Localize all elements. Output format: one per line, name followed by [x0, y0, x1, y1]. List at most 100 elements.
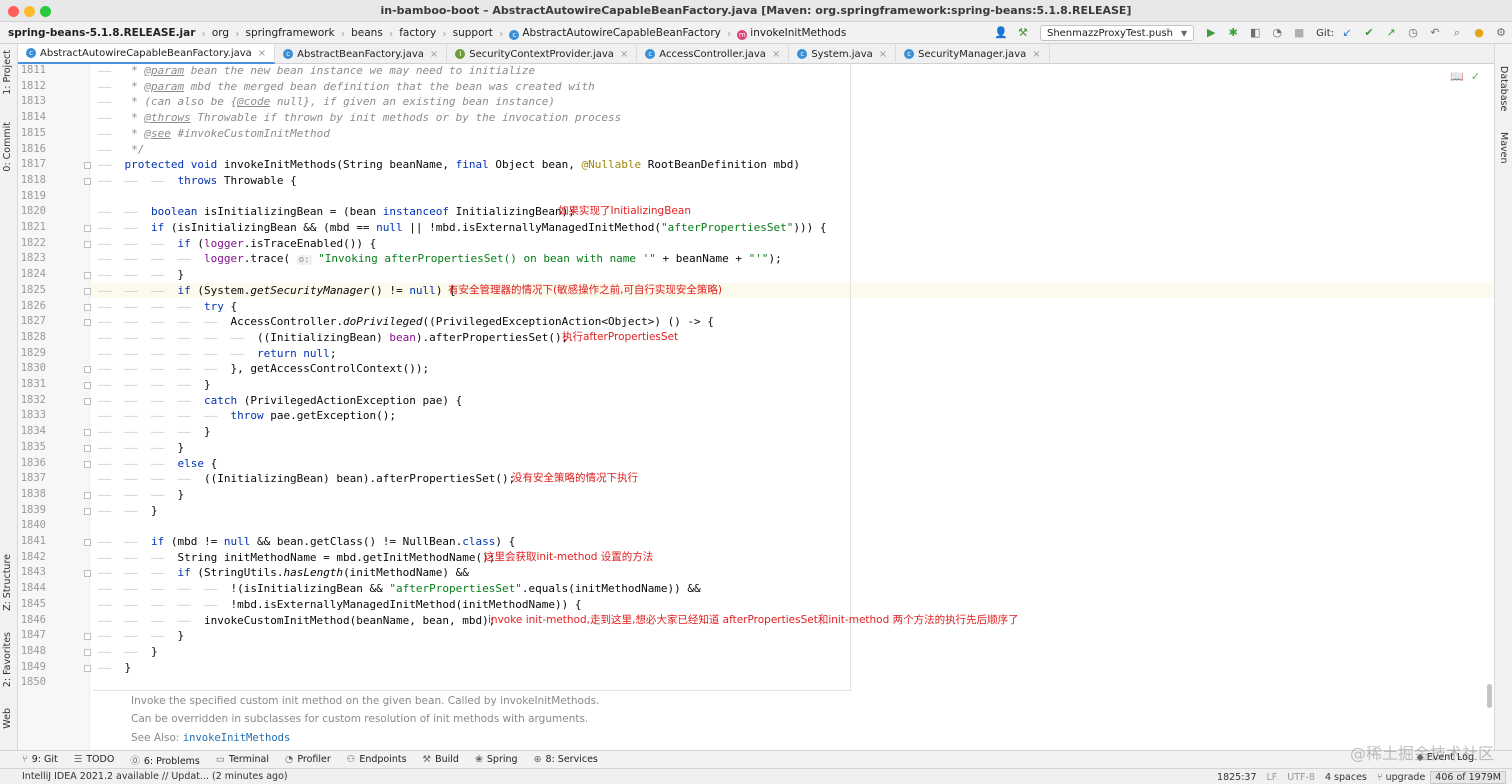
- file-encoding[interactable]: UTF-8: [1282, 772, 1320, 783]
- structure-tool[interactable]: Z: Structure: [2, 554, 13, 611]
- bottom-tool-button[interactable]: ▭ Terminal: [208, 754, 277, 765]
- code-line[interactable]: —— */: [98, 142, 144, 158]
- line-number[interactable]: 1844: [18, 582, 46, 594]
- line-number[interactable]: 1832: [18, 394, 46, 406]
- editor-tab[interactable]: I SecurityContextProvider.java ×: [447, 44, 638, 64]
- fold-marker-icon[interactable]: [84, 272, 91, 280]
- editor-tab[interactable]: c System.java ×: [789, 44, 897, 64]
- line-number[interactable]: 1847: [18, 629, 46, 641]
- line-number[interactable]: 1829: [18, 347, 46, 359]
- code-line[interactable]: —— —— —— }: [98, 487, 184, 503]
- code-line[interactable]: —— —— —— —— logger.trace( o: "Invoking a…: [98, 251, 782, 267]
- line-number[interactable]: 1816: [18, 143, 46, 155]
- code-line[interactable]: —— —— —— —— catch (PrivilegedActionExcep…: [98, 393, 462, 409]
- git-commit-icon[interactable]: ✔: [1361, 25, 1377, 41]
- code-line[interactable]: —— —— —— throws Throwable {: [98, 173, 297, 189]
- line-number-gutter[interactable]: 1811 1812 1813 1814 1815 1816 1817 1818 1819 1820…: [18, 64, 91, 750]
- fold-marker-icon[interactable]: [84, 429, 91, 437]
- code-line[interactable]: —— —— —— —— try {: [98, 299, 237, 315]
- line-number[interactable]: 1828: [18, 331, 46, 343]
- line-number[interactable]: 1815: [18, 127, 46, 139]
- line-number[interactable]: 1846: [18, 614, 46, 626]
- breadcrumb-item[interactable]: springframework: [239, 27, 340, 39]
- code-line[interactable]: —— * @param bean the new bean instance w…: [98, 64, 535, 79]
- fold-marker-icon[interactable]: [84, 382, 91, 389]
- line-number[interactable]: 1836: [18, 457, 46, 469]
- web-tool[interactable]: Web: [2, 708, 13, 729]
- fold-marker-icon[interactable]: [84, 664, 91, 672]
- editor-tab[interactable]: c SecurityManager.java ×: [896, 44, 1050, 64]
- code-line[interactable]: —— —— —— —— —— !mbd.isExternallyManagedI…: [98, 597, 581, 613]
- breadcrumb-item[interactable]: factory: [393, 27, 442, 39]
- line-number[interactable]: 1837: [18, 472, 46, 484]
- project-tool[interactable]: 1: Project: [2, 50, 13, 95]
- bottom-tool-button[interactable]: ❀ Spring: [467, 754, 526, 765]
- line-number[interactable]: 1818: [18, 174, 46, 186]
- indent-setting[interactable]: 4 spaces: [1320, 772, 1372, 783]
- code-line[interactable]: —— —— —— if (StringUtils.hasLength(initM…: [98, 565, 469, 581]
- code-line[interactable]: —— —— —— if (System.getSecurityManager()…: [98, 283, 456, 299]
- bottom-tool-button[interactable]: ◔ Profiler: [277, 754, 339, 765]
- memory-indicator[interactable]: 406 of 1979M: [1430, 770, 1506, 784]
- line-number[interactable]: 1833: [18, 409, 46, 421]
- line-number[interactable]: 1819: [18, 190, 46, 202]
- line-number[interactable]: 1822: [18, 237, 46, 249]
- code-line[interactable]: —— protected void invokeInitMethods(Stri…: [98, 157, 800, 173]
- fold-marker-icon[interactable]: [84, 303, 91, 311]
- code-line[interactable]: —— —— —— —— —— AccessController.doPrivil…: [98, 314, 714, 330]
- breadcrumb-item[interactable]: support: [447, 27, 499, 39]
- code-line[interactable]: —— —— boolean isInitializingBean = (bean…: [98, 204, 575, 220]
- line-number[interactable]: 1842: [18, 551, 46, 563]
- line-number[interactable]: 1850: [18, 676, 46, 688]
- fold-marker-icon[interactable]: [84, 507, 91, 515]
- stop-icon[interactable]: ■: [1291, 25, 1307, 41]
- code-line[interactable]: —— * (can also be {@code null}, if given…: [98, 94, 555, 110]
- close-tab-icon[interactable]: ×: [620, 49, 628, 60]
- line-number[interactable]: 1820: [18, 205, 46, 217]
- line-number[interactable]: 1813: [18, 95, 46, 107]
- fold-marker-icon[interactable]: [84, 491, 91, 499]
- database-tool[interactable]: Database: [1498, 66, 1509, 111]
- bottom-tool-button[interactable]: ⊕ 8: Services: [526, 754, 606, 765]
- user-icon[interactable]: 👤: [993, 25, 1009, 41]
- close-tab-icon[interactable]: ×: [772, 49, 780, 60]
- code-line[interactable]: —— —— —— String initMethodName = mbd.get…: [98, 550, 495, 566]
- line-number[interactable]: 1824: [18, 268, 46, 280]
- profile-icon[interactable]: ◔: [1269, 25, 1285, 41]
- line-number[interactable]: 1825: [18, 284, 46, 296]
- close-tab-icon[interactable]: ×: [258, 48, 266, 59]
- caret-position[interactable]: 1825:37: [1212, 772, 1261, 783]
- line-number[interactable]: 1827: [18, 315, 46, 327]
- code-line[interactable]: —— —— —— —— —— !(isInitializingBean && "…: [98, 581, 701, 597]
- line-number[interactable]: 1834: [18, 425, 46, 437]
- code-line[interactable]: —— —— if (isInitializingBean && (mbd == …: [98, 220, 827, 236]
- editor-tab[interactable]: c AbstractAutowireCapableBeanFactory.java…: [18, 44, 276, 64]
- fold-marker-icon[interactable]: [84, 539, 91, 546]
- fold-marker-icon[interactable]: [84, 225, 91, 232]
- code-line[interactable]: —— —— —— —— }: [98, 377, 211, 393]
- bottom-tool-button[interactable]: ⚒ Build: [415, 754, 467, 765]
- code-line[interactable]: —— —— —— }: [98, 440, 184, 456]
- editor-tab[interactable]: c AccessController.java ×: [637, 44, 790, 64]
- close-tab-icon[interactable]: ×: [1032, 49, 1040, 60]
- code-line[interactable]: —— —— —— else {: [98, 456, 217, 472]
- coverage-icon[interactable]: ◧: [1247, 25, 1263, 41]
- line-number[interactable]: 1841: [18, 535, 46, 547]
- fold-marker-icon[interactable]: [84, 366, 91, 374]
- breadcrumb-item[interactable]: beans: [345, 27, 389, 39]
- close-tab-icon[interactable]: ×: [430, 49, 438, 60]
- rollback-icon[interactable]: ↶: [1427, 25, 1443, 41]
- code-line[interactable]: —— —— }: [98, 644, 158, 660]
- bottom-tool-button[interactable]: ☰ TODO: [66, 754, 123, 765]
- vertical-scrollbar[interactable]: [1487, 684, 1492, 708]
- line-number[interactable]: 1848: [18, 645, 46, 657]
- fold-marker-icon[interactable]: [84, 633, 91, 641]
- breadcrumb-item[interactable]: c AbstractAutowireCapableBeanFactory: [503, 27, 727, 40]
- run-configuration-select[interactable]: ShenmazzProxyTest.push ▼: [1039, 25, 1195, 41]
- editor-tab[interactable]: c AbstractBeanFactory.java ×: [275, 44, 448, 64]
- line-number[interactable]: 1838: [18, 488, 46, 500]
- code-line[interactable]: —— —— —— —— ((InitializingBean) bean).af…: [98, 471, 515, 487]
- bottom-tool-button[interactable]: ⚇ Endpoints: [339, 754, 415, 765]
- status-message[interactable]: IntelliJ IDEA 2021.2 available // Updat.…: [22, 771, 288, 782]
- fold-marker-icon[interactable]: [84, 397, 91, 405]
